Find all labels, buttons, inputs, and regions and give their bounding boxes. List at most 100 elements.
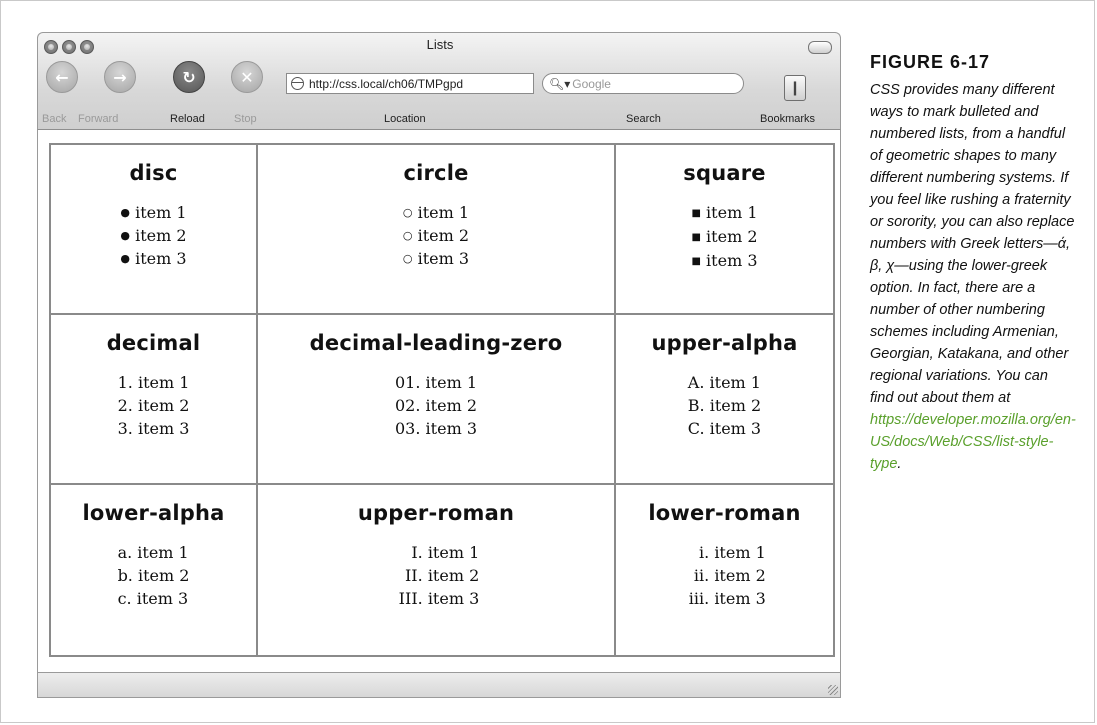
list-marker: II.: [404, 566, 423, 585]
list-item-text: item 3: [706, 251, 758, 270]
back-button[interactable]: ←: [46, 61, 78, 93]
globe-icon: [291, 77, 304, 90]
disc-marker: ●: [120, 206, 131, 219]
list-heading: square: [683, 161, 766, 185]
list-marker: 3.: [117, 419, 133, 438]
list-item: ■ item 2: [692, 225, 758, 249]
figure-label: FIGURE 6-17: [870, 52, 991, 72]
stop-button[interactable]: ✕: [231, 61, 263, 93]
list-item: III. item 3: [393, 587, 480, 610]
list-item-text: item 2: [137, 566, 190, 585]
list-item-text: item 1: [709, 373, 761, 392]
list-marker: C.: [687, 419, 705, 438]
list-item-text: item 2: [714, 566, 766, 585]
list-cell-square: square ■ item 1 ■ item 2 ■ item 3: [616, 145, 833, 315]
list-cell-circle: circle ○ item 1 ○ item 2 ○ item 3: [258, 145, 616, 315]
disc-marker: ●: [120, 252, 131, 265]
search-placeholder: Google: [572, 76, 611, 91]
list-item: ○ item 1: [403, 201, 469, 224]
list-marker: b.: [117, 566, 133, 585]
browser-toolbar: Lists ← → ↻ ✕ Back Forward Reload Stop h…: [37, 32, 841, 130]
circle-marker: ○: [402, 206, 413, 219]
toolbar-toggle-button[interactable]: [808, 41, 832, 54]
list-marker: 1.: [117, 373, 133, 392]
list-marker: 02.: [395, 396, 421, 415]
list-heading: decimal: [106, 331, 201, 355]
list-item: 03. item 3: [395, 417, 477, 440]
list-cell-lower-roman: lower-roman i. item 1 ii. item 2 iii. it…: [616, 485, 833, 655]
list-marker: ii.: [693, 566, 710, 585]
list-marker: III.: [398, 589, 423, 608]
list-item-text: item 2: [706, 227, 758, 246]
list-marker: I.: [411, 543, 423, 562]
forward-label: Forward: [78, 113, 119, 125]
reload-label: Reload: [170, 113, 205, 125]
address-bar[interactable]: http://css.local/ch06/TMPgpd: [286, 73, 534, 94]
list-item-text: item 3: [427, 589, 480, 608]
stop-label: Stop: [234, 113, 257, 125]
caption-body: CSS provides many different ways to mark…: [870, 82, 1075, 406]
list-item-text: item 3: [417, 249, 470, 268]
forward-arrow-icon: →: [113, 67, 127, 87]
list-item-text: item 2: [425, 396, 477, 415]
list-item-text: item 1: [137, 543, 189, 562]
list-item: C. item 3: [688, 417, 761, 440]
square-marker: ■: [691, 208, 701, 219]
list: ○ item 1 ○ item 2 ○ item 3: [403, 201, 469, 270]
list-item-text: item 1: [425, 373, 477, 392]
list-item: a. item 1: [118, 541, 190, 564]
caption-trailing: .: [897, 456, 902, 472]
location-label: Location: [384, 113, 426, 125]
list-item-text: item 3: [136, 589, 189, 608]
list-item: I. item 1: [393, 541, 480, 564]
list-cell-decimal-leading-zero: decimal-leading-zero 01. item 1 02. item…: [258, 315, 616, 485]
list-item: iii. item 3: [683, 587, 766, 610]
resize-grip-icon[interactable]: [828, 685, 838, 695]
list-item-text: item 1: [417, 203, 470, 222]
page-viewport: disc ● item 1 ● item 2 ● item 3 circle ○…: [37, 130, 841, 672]
caption-text: CSS provides many different ways to mark…: [870, 79, 1076, 475]
list-item-text: item 2: [417, 226, 470, 245]
list: ● item 1 ● item 2 ● item 3: [120, 201, 186, 270]
stop-icon: ✕: [240, 67, 254, 87]
list-item: i. item 1: [683, 541, 766, 564]
list-item-text: item 3: [714, 589, 766, 608]
list-marker: a.: [117, 543, 133, 562]
list-heading: lower-alpha: [82, 501, 225, 525]
list-item: 2. item 2: [118, 394, 190, 417]
figure-caption: FIGURE 6-17 CSS provides many different …: [870, 52, 1076, 475]
square-marker: ■: [691, 232, 701, 243]
bookmark-icon: ❙: [789, 80, 801, 96]
search-field[interactable]: 🔍︎▾ Google: [542, 73, 744, 94]
list-item: c. item 3: [118, 587, 190, 610]
list-item-text: item 1: [427, 543, 480, 562]
list-item-text: item 1: [137, 373, 190, 392]
forward-button[interactable]: →: [104, 61, 136, 93]
bookmarks-button[interactable]: ❙: [784, 75, 806, 101]
status-bar: [37, 672, 841, 698]
list-item-text: item 3: [137, 419, 190, 438]
list-item: A. item 1: [688, 371, 761, 394]
list-marker: 03.: [395, 419, 421, 438]
list-marker: iii.: [688, 589, 710, 608]
bookmarks-label: Bookmarks: [760, 113, 816, 125]
list: ■ item 1 ■ item 2 ■ item 3: [692, 201, 758, 273]
list-item-text: item 1: [135, 203, 187, 222]
list: I. item 1 II. item 2 III. item 3: [393, 541, 480, 610]
list-heading: upper-roman: [357, 501, 515, 525]
list-marker: 2.: [117, 396, 133, 415]
list: A. item 1 B. item 2 C. item 3: [688, 371, 761, 440]
search-label: Search: [626, 113, 661, 125]
list-item: 3. item 3: [118, 417, 190, 440]
list: 1. item 1 2. item 2 3. item 3: [118, 371, 190, 440]
list-item: II. item 2: [393, 564, 480, 587]
list-style-grid: disc ● item 1 ● item 2 ● item 3 circle ○…: [49, 143, 835, 657]
reload-button[interactable]: ↻: [173, 61, 205, 93]
list-item: ○ item 3: [403, 247, 469, 270]
list-item-text: item 2: [709, 396, 762, 415]
list-item-text: item 1: [714, 543, 766, 562]
list-item: ● item 1: [120, 201, 186, 224]
list-item: b. item 2: [118, 564, 190, 587]
list-item-text: item 2: [427, 566, 480, 585]
list-marker: i.: [699, 543, 710, 562]
